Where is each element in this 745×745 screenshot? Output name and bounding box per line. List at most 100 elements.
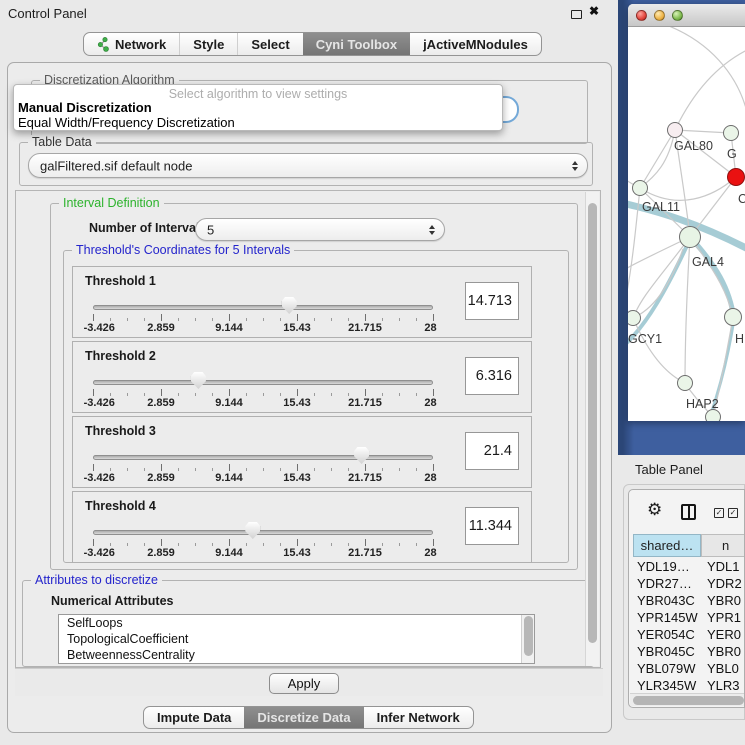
slider-thumb[interactable] (282, 297, 297, 314)
column-header-shared[interactable]: shared… (633, 534, 701, 557)
slider-track[interactable] (93, 380, 433, 385)
algorithm-option-manual[interactable]: Manual Discretization (14, 100, 502, 115)
tab-discretize-data[interactable]: Discretize Data (244, 707, 363, 728)
table-row[interactable]: YBL079WYBL0 (629, 661, 744, 678)
slider-ticks (93, 314, 433, 322)
slider-thumb[interactable] (245, 522, 260, 539)
column-selector-icon[interactable] (681, 504, 696, 520)
table-rows: YDL19…YDL1YDR27…YDR2YBR043CYBR0YPR145WYP… (629, 559, 744, 693)
apply-button[interactable]: Apply (269, 673, 339, 694)
slider-track[interactable] (93, 530, 433, 535)
threshold-value-field[interactable]: 14.713 (465, 282, 519, 320)
tick-mark (195, 543, 196, 546)
tick-mark (382, 393, 383, 396)
table-row[interactable]: YDR27…YDR2 (629, 576, 744, 593)
network-window-titlebar[interactable] (628, 4, 745, 27)
scrollbar-thumb[interactable] (633, 696, 744, 705)
network-canvas[interactable]: GAL80GCGAL11GAL4GCY1HHAP2 (628, 27, 745, 421)
number-of-intervals-select[interactable]: 5 (195, 218, 445, 241)
threshold-value-field[interactable]: 6.316 (465, 357, 519, 395)
tab-infer-network[interactable]: Infer Network (364, 707, 473, 728)
float-window-icon[interactable] (571, 10, 582, 19)
slider-scale-labels: -3.4262.8599.14415.4321.71528 (93, 397, 433, 409)
table-row[interactable]: YDL19…YDL1 (629, 559, 744, 576)
network-node[interactable] (705, 409, 721, 421)
top-tab-bar: Network Style Select Cyni Toolbox jActiv… (83, 32, 542, 56)
tick-mark (110, 393, 111, 396)
scale-label: 9.144 (215, 322, 243, 334)
slider-track[interactable] (93, 305, 433, 310)
tick-mark (416, 318, 417, 321)
list-item[interactable]: TopologicalCoefficient (59, 631, 534, 647)
scale-label: 15.43 (283, 472, 311, 484)
cell-shared-name: YPR145W (637, 610, 698, 625)
tick-mark (331, 543, 332, 546)
tab-network[interactable]: Network (84, 33, 179, 55)
tick-mark (127, 318, 128, 321)
gear-icon[interactable]: ⚙ (647, 502, 662, 519)
tab-cyni-toolbox[interactable]: Cyni Toolbox (303, 33, 410, 55)
table-row[interactable]: YPR145WYPR1 (629, 610, 744, 627)
network-node-gal80[interactable] (667, 122, 683, 138)
minimize-traffic-light-icon[interactable] (654, 10, 665, 21)
table-data-select[interactable]: galFiltered.sif default node (28, 153, 588, 178)
threshold-value-field[interactable]: 11.344 (465, 507, 519, 545)
tab-style[interactable]: Style (179, 33, 237, 55)
slider-track[interactable] (93, 455, 433, 460)
tick-mark (127, 468, 128, 471)
zoom-traffic-light-icon[interactable] (672, 10, 683, 21)
cell-shared-name: YBR045C (637, 644, 695, 659)
network-node-gal4[interactable] (679, 226, 701, 248)
network-node-h[interactable] (724, 308, 742, 326)
numerical-attributes-list[interactable]: SelfLoops TopologicalCoefficient Between… (58, 614, 535, 664)
scale-label: 21.715 (348, 397, 382, 409)
column-header-name[interactable]: n (701, 534, 745, 557)
checkbox-icon[interactable]: ✓ (714, 508, 724, 518)
table-row[interactable]: YBR045CYBR0 (629, 644, 744, 661)
scale-label: 2.859 (147, 397, 175, 409)
tick-mark (314, 543, 315, 546)
tick-mark (263, 393, 264, 396)
cell-name: YDL1 (707, 559, 740, 574)
tick-mark (178, 393, 179, 396)
list-item[interactable]: BetweennessCentrality (59, 647, 534, 663)
table-data-title: Table Data (28, 135, 96, 149)
tick-mark (399, 393, 400, 396)
algorithm-option-equal-width[interactable]: Equal Width/Frequency Discretization (14, 115, 502, 130)
scale-label: 15.43 (283, 547, 311, 559)
tab-impute-data[interactable]: Impute Data (144, 707, 244, 728)
network-node-hap2[interactable] (677, 375, 693, 391)
tab-select[interactable]: Select (237, 33, 302, 55)
table-row[interactable]: YER054CYER0 (629, 627, 744, 644)
tick-mark (144, 543, 145, 546)
network-node-c[interactable] (727, 168, 745, 186)
slider-thumb[interactable] (354, 447, 369, 464)
network-node-gal11[interactable] (632, 180, 648, 196)
scrollbar-thumb[interactable] (588, 203, 597, 643)
node-label: GAL80 (674, 139, 713, 153)
settings-scrollbar[interactable] (585, 192, 599, 666)
threshold-label: Threshold 2 (85, 349, 156, 363)
close-icon[interactable]: ✖ (589, 4, 599, 18)
node-label: GAL4 (692, 255, 724, 269)
tab-jactivemnodules[interactable]: jActiveMNodules (410, 33, 541, 55)
algorithm-placeholder-option[interactable]: Select algorithm to view settings (14, 85, 502, 100)
slider-thumb[interactable] (191, 372, 206, 389)
cell-shared-name: YLR345W (637, 678, 696, 693)
list-scrollbar[interactable] (521, 615, 534, 663)
tick-mark (212, 393, 213, 396)
tick-mark (144, 468, 145, 471)
list-item[interactable]: SelfLoops (59, 615, 534, 631)
network-node-g[interactable] (723, 125, 739, 141)
table-horizontal-scrollbar[interactable] (630, 693, 744, 706)
checkbox-icon[interactable]: ✓ (728, 508, 738, 518)
table-row[interactable]: YBR043CYBR0 (629, 593, 744, 610)
threshold-value-field[interactable]: 21.4 (465, 432, 519, 470)
spinner-arrows-icon (429, 225, 435, 235)
close-traffic-light-icon[interactable] (636, 10, 647, 21)
tick-mark (195, 393, 196, 396)
table-row[interactable]: YLR345WYLR3 (629, 678, 744, 693)
tick-mark (348, 318, 349, 321)
slider-scale-labels: -3.4262.8599.14415.4321.71528 (93, 472, 433, 484)
scale-label: 2.859 (147, 472, 175, 484)
